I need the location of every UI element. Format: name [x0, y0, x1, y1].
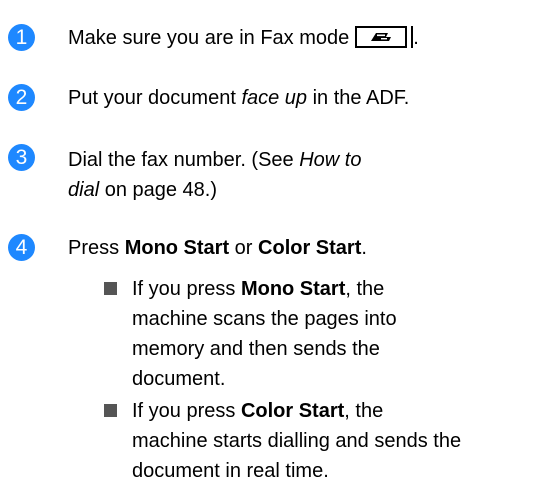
bullet-2-text-part: , the: [344, 400, 384, 422]
step-3-line-1: Dial the fax number. (See How to: [68, 146, 361, 174]
step-3-xref: How to: [299, 149, 362, 171]
step-1-text: Make sure you are in Fax mode .: [68, 24, 419, 52]
step-4-text-part: Press: [68, 237, 125, 259]
bullet-2-line-1: If you press Color Start, the: [132, 396, 383, 426]
bullet-2-line-3: document in real time.: [132, 460, 329, 482]
step-2-text-part: in the ADF.: [307, 87, 410, 109]
step-2-text-part: Put your document: [68, 87, 242, 109]
mono-start-key-label: Mono Start: [124, 237, 230, 259]
step-number-badge: 4: [8, 234, 35, 261]
step-4-text-part: or: [229, 237, 259, 259]
step-1-trailing-bar: [411, 25, 414, 48]
step-3-text-part: Dial the fax number. (See: [68, 149, 300, 171]
color-start-key-label: Color Start: [240, 400, 345, 422]
mono-start-key-label: Mono Start: [240, 278, 346, 300]
step-number-badge: 3: [8, 144, 35, 171]
bullet-1-line-2: machine scans the pages into: [132, 308, 397, 330]
bullet-2-text-part: If you press: [132, 400, 241, 422]
color-start-key-label: Color Start: [258, 237, 362, 259]
step-number-badge: 2: [8, 84, 35, 111]
step-1-instruction: Make sure you are in Fax mode: [68, 27, 350, 49]
bullet-1-text-part: , the: [345, 278, 385, 300]
step-2-emphasis: face up: [241, 87, 308, 109]
step-1-period: .: [413, 27, 419, 49]
step-2-text: Put your document face up in the ADF.: [68, 84, 409, 112]
bullet-1-line-3: memory and then sends the: [132, 338, 380, 360]
fax-mode-key-icon: [355, 25, 408, 48]
step-3-line-2: dial on page 48.): [68, 176, 217, 204]
bullet-1-line-4: document.: [132, 368, 226, 390]
bullet-square-icon: [104, 404, 117, 417]
bullet-1-line-1: If you press Mono Start, the: [132, 274, 384, 304]
bullet-square-icon: [104, 282, 117, 295]
step-4-text-part: .: [361, 237, 367, 259]
step-number-badge: 1: [8, 24, 35, 51]
step-3-xref: dial: [68, 179, 100, 201]
bullet-1-text-part: If you press: [132, 278, 241, 300]
step-3-text-part: on page 48.): [99, 179, 218, 201]
step-4-text: Press Mono Start or Color Start.: [68, 234, 367, 262]
bullet-2-line-2: machine starts dialling and sends the: [132, 430, 462, 452]
